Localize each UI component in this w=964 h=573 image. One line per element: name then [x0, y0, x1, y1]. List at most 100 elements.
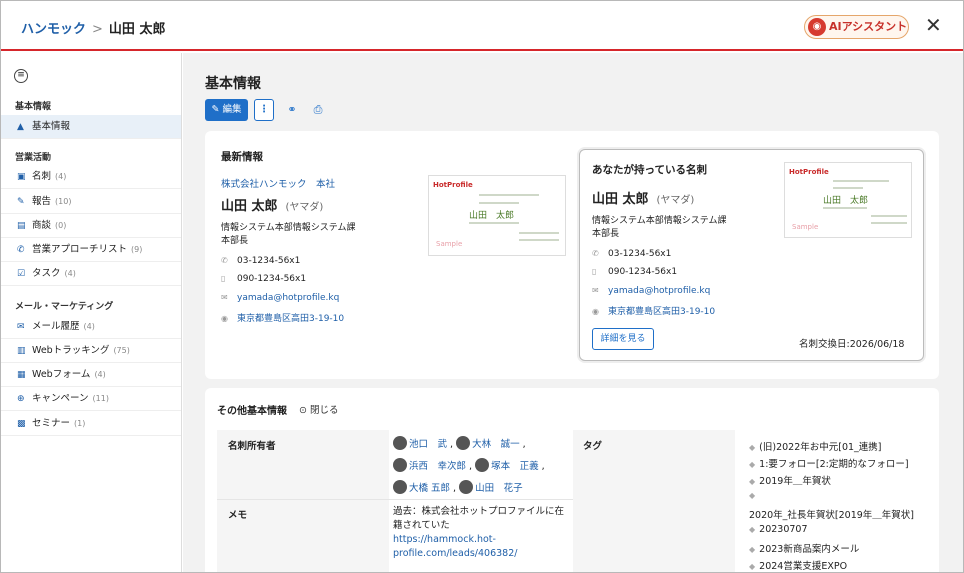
own-email-row[interactable]: ✉ yamada@hotprofile.kq [592, 286, 710, 296]
sidebar-item-count: (75) [113, 346, 130, 355]
sidebar-item-tasks[interactable]: ☑ タスク (4) [1, 262, 181, 286]
mobile-row: ▯ 090-1234-56x1 [221, 274, 306, 284]
check-icon: ☑ [17, 269, 26, 279]
card-text-line [833, 180, 889, 182]
own-address-row[interactable]: ◉ 東京都豊島区高田3-19-10 [592, 304, 715, 317]
breadcrumb: ハンモック > 山田 太郎 [21, 18, 165, 37]
owner-name: 塚本 正義 [491, 461, 539, 472]
sidebar-item-web-tracking[interactable]: ▥ Webトラッキング (75) [1, 339, 181, 363]
mail-icon: ✉ [592, 286, 599, 295]
sidebar-item-count: (4) [55, 172, 67, 181]
mail-icon: ✉ [221, 293, 228, 302]
business-card-image[interactable]: HotProfile 山田 太郎 Sample [428, 175, 566, 256]
sample-watermark: Sample [792, 223, 819, 231]
company-link[interactable]: 株式会社ハンモック 本社 [221, 176, 335, 190]
card-text-line [871, 222, 907, 224]
sidebar-item-label: 商談 [32, 220, 52, 231]
avatar [459, 480, 474, 494]
tag-text: 2020年_社長年賀状[2019年＿年賀状] [749, 510, 915, 521]
email-value: yamada@hotprofile.kq [237, 293, 340, 303]
other-info-card: その他基本情報 ⊙ 閉じる 名刺所有者 メモ タグ 池口 武 , 大林 誠一 ,… [205, 388, 939, 572]
sidebar-item-campaign[interactable]: ⊕ キャンペーン (11) [1, 387, 181, 411]
link-icon[interactable]: ⚭ [283, 99, 301, 121]
card-text-line [469, 222, 519, 224]
sidebar-item-count: (10) [55, 197, 72, 206]
sidebar-item-label: タスク [32, 268, 61, 279]
sidebar-item-count: (4) [64, 269, 76, 278]
memo-text: 過去：株式会社ホットプロファイルに在籍されていた [393, 506, 565, 531]
card-text-line [871, 215, 907, 217]
close-icon[interactable]: ✕ [925, 13, 942, 37]
own-card-department: 情報システム本部情報システム課 [592, 216, 727, 226]
cash-icon: ▤ [17, 221, 26, 231]
mail-icon: ✉ [17, 322, 25, 332]
location-pin-icon: ◉ [221, 314, 228, 323]
own-business-card-image[interactable]: HotProfile 山田 太郎 Sample [784, 162, 912, 238]
sidebar-section-mail: メール・マーケティング [15, 302, 114, 312]
avatar [456, 436, 471, 450]
id-card-icon: ▣ [17, 172, 26, 182]
tag-item: ◆ 2024営業支援EXPO [749, 558, 847, 572]
edit-button[interactable]: ✎ 編集 [205, 99, 248, 121]
target-icon: ⊕ [17, 394, 25, 404]
sidebar-item-label: メール履歴 [32, 321, 80, 332]
owner-chip[interactable]: 山田 花子 [459, 480, 523, 494]
mobile-icon: ▯ [592, 267, 597, 276]
breadcrumb-root-link[interactable]: ハンモック [21, 22, 86, 37]
tag-item: ◆ [749, 490, 759, 501]
sidebar-item-deals[interactable]: ▤ 商談 (0) [1, 214, 181, 238]
sidebar-item-cards[interactable]: ▣ 名刺 (4) [1, 165, 181, 189]
print-icon[interactable]: ⎙ [309, 99, 327, 121]
sidebar-item-reports[interactable]: ✎ 報告 (10) [1, 190, 181, 214]
owner-chip[interactable]: 池口 武 [393, 436, 447, 450]
owner-label: 名刺所有者 [228, 441, 276, 452]
owner-name: 大橋 五郎 [409, 483, 451, 494]
tag-item: ◆ 2023新商品案内メール [749, 541, 859, 555]
own-card-heading: あなたが持っている名刺 [592, 164, 707, 176]
sidebar-item-seminar[interactable]: ▩ セミナー (1) [1, 412, 181, 436]
breadcrumb-separator: > [92, 22, 103, 37]
owner-chip[interactable]: 浜西 幸次郎 [393, 458, 467, 472]
memo-link[interactable]: https://hammock.hot-profile.com/leads/40… [393, 534, 517, 559]
owner-list-row-1: 池口 武 , 大林 誠一 , [393, 436, 526, 450]
app-window: ハンモック > 山田 太郎 ◉ AIアシスタント ✕ ≡ 基本情報 ▲ 基本情報 営業… [0, 0, 964, 573]
own-card-kana: (ヤマダ) [656, 195, 695, 206]
sidebar-item-approach-list[interactable]: ✆ 営業アプローチリスト (9) [1, 238, 181, 262]
menu-toggle-icon[interactable]: ≡ [14, 69, 28, 83]
owner-name: 浜西 幸次郎 [409, 461, 467, 472]
header-bar: ハンモック > 山田 太郎 ◉ AIアシスタント ✕ [1, 1, 963, 51]
sidebar-section-sales: 営業活動 [15, 153, 52, 163]
mobile-icon: ▯ [221, 274, 226, 283]
address-row[interactable]: ◉ 東京都豊島区高田3-19-10 [221, 311, 344, 324]
hotprofile-logo: HotProfile [433, 181, 473, 189]
email-row[interactable]: ✉ yamada@hotprofile.kq [221, 293, 339, 303]
sidebar-item-mail-history[interactable]: ✉ メール履歴 (4) [1, 315, 181, 339]
sidebar-item-basic[interactable]: ▲ 基本情報 [1, 115, 181, 139]
more-options-button[interactable]: ⋮ [254, 99, 274, 121]
owner-name: 大林 誠一 [472, 439, 520, 450]
breadcrumb-current: 山田 太郎 [108, 22, 166, 37]
bar-chart-icon: ▥ [17, 346, 26, 356]
contact-kana: (ヤマダ) [285, 202, 324, 213]
card-text-line [479, 194, 539, 196]
owner-chip[interactable]: 大林 誠一 [456, 436, 520, 450]
tag-text: (旧)2022年お中元[01_連携] [759, 442, 882, 453]
avatar [393, 480, 407, 494]
collapse-button[interactable]: ⊙ 閉じる [299, 402, 339, 416]
sidebar-item-count: (4) [94, 370, 106, 379]
sidebar-item-count: (9) [131, 245, 143, 254]
ai-assistant-button[interactable]: ◉ AIアシスタント [804, 15, 909, 39]
owner-chip[interactable]: 大橋 五郎 [393, 480, 451, 494]
contact-name-text: 山田 太郎 [221, 199, 278, 214]
sample-watermark: Sample [436, 240, 463, 248]
sidebar-item-count: (11) [92, 394, 109, 403]
sidebar-item-web-form[interactable]: ▦ Webフォーム (4) [1, 363, 181, 387]
latest-info-card: 最新情報 株式会社ハンモック 本社 山田 太郎 (ヤマダ) 情報システム本部情報シ… [205, 131, 939, 379]
card-text-line [519, 232, 559, 234]
tag-text: 1:要フォロー[2:定期的なフォロー] [759, 459, 909, 470]
hotprofile-logo: HotProfile [789, 168, 829, 176]
tag-icon: ◆ [749, 460, 756, 469]
collapse-label: 閉じる [310, 405, 339, 416]
owner-chip[interactable]: 塚本 正義 [475, 458, 539, 472]
view-details-button[interactable]: 詳細を見る [592, 328, 654, 350]
